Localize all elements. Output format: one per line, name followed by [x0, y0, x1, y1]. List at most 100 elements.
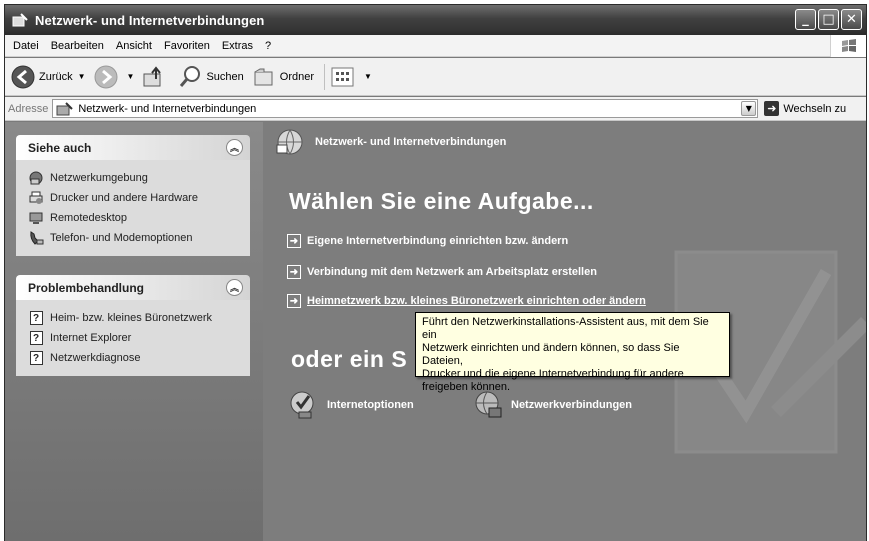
see-also-item-remote-desktop[interactable]: Remotedesktop [28, 208, 250, 228]
up-folder-icon [143, 65, 162, 86]
address-dropdown-icon[interactable]: ▼ [741, 101, 757, 116]
printer-icon [28, 190, 44, 206]
menu-bearbeiten[interactable]: Bearbeiten [45, 40, 110, 52]
views-dropdown-icon[interactable]: ▼ [364, 72, 372, 81]
views-icon [331, 67, 354, 86]
see-also-item-label: Drucker und andere Hardware [50, 192, 198, 204]
tooltip-line: freigeben können. [422, 381, 511, 393]
explorer-window: Netzwerk- und Internetverbindungen _ □ ✕… [4, 4, 867, 541]
menu-bar: Datei Bearbeiten Ansicht Favoriten Extra… [5, 35, 866, 57]
network-connections-label: Netzwerkverbindungen [511, 399, 633, 411]
menu-datei[interactable]: Datei [5, 40, 45, 52]
arrow-right-icon: ➜ [287, 234, 301, 248]
help-icon: ? [28, 310, 44, 326]
see-also-item-printers[interactable]: Drucker und andere Hardware [28, 188, 250, 208]
up-folder-button[interactable] [142, 65, 170, 89]
collapse-chevron-icon[interactable]: ︽ [226, 139, 243, 156]
forward-button[interactable]: ▼ [94, 65, 135, 89]
network-places-icon [28, 170, 44, 186]
task-label: Verbindung mit dem Netzwerk am Arbeitspl… [307, 266, 597, 278]
see-also-item-label: Netzwerkumgebung [50, 172, 148, 184]
window-title: Netzwerk- und Internetverbindungen [35, 12, 265, 28]
task-internet-connection[interactable]: ➜ Eigene Internetverbindung einrichten b… [287, 234, 568, 248]
minimize-button[interactable]: _ [795, 9, 816, 30]
title-bar[interactable]: Netzwerk- und Internetverbindungen _ □ ✕ [5, 5, 866, 35]
task-home-network[interactable]: ➜ Heimnetzwerk bzw. kleines Büronetzwerk… [287, 294, 646, 308]
address-label: Adresse [8, 102, 49, 115]
arrow-right-icon: ➜ [287, 294, 301, 308]
help-icon: ? [28, 330, 44, 346]
tooltip-line: Führt den Netzwerkinstallations-Assisten… [422, 316, 709, 341]
see-also-item-label: Telefon- und Modemoptionen [50, 232, 193, 244]
network-folder-icon [56, 101, 74, 115]
network-folder-icon [11, 11, 29, 29]
menu-ansicht[interactable]: Ansicht [110, 40, 158, 52]
or-pick-heading: oder ein S [291, 346, 408, 372]
task-label: Eigene Internetverbindung einrichten bzw… [307, 235, 569, 247]
back-label: Zurück [39, 70, 73, 83]
close-button[interactable]: ✕ [841, 9, 862, 30]
toolbar-separator [324, 63, 326, 90]
maximize-icon: □ [822, 12, 835, 27]
task-pane: Siehe auch ︽ Netzwerkumgebung Drucker un… [5, 122, 263, 541]
category-header: Netzwerk- und Internetverbindungen [263, 122, 866, 162]
go-arrow-icon: ➜ [764, 101, 780, 116]
choose-task-heading: Wählen Sie eine Aufgabe... [289, 188, 594, 214]
internet-options-icon-link[interactable]: Internetoptionen [289, 390, 414, 420]
task-label: Heimnetzwerk bzw. kleines Büronetzwerk e… [307, 295, 646, 307]
help-icon: ? [28, 350, 44, 366]
task-workplace-network[interactable]: ➜ Verbindung mit dem Netzwerk am Arbeits… [287, 265, 597, 279]
menu-favoriten[interactable]: Favoriten [158, 40, 216, 52]
windows-logo-icon [830, 35, 866, 57]
troubleshoot-header[interactable]: Problembehandlung ︽ [16, 275, 250, 300]
network-connections-icon-link[interactable]: Netzwerkverbindungen [473, 390, 632, 420]
back-button[interactable]: Zurück ▼ [11, 65, 86, 89]
troubleshoot-panel: Problembehandlung ︽ ? Heim- bzw. kleines… [16, 275, 250, 376]
phone-icon [28, 230, 44, 246]
views-button[interactable]: ▼ [331, 66, 372, 88]
troubleshoot-title: Problembehandlung [28, 280, 145, 295]
see-also-item-network-places[interactable]: Netzwerkumgebung [28, 168, 250, 188]
back-dropdown-icon[interactable]: ▼ [78, 72, 86, 81]
tooltip: Führt den Netzwerkinstallations-Assisten… [415, 312, 730, 393]
tooltip-line: Drucker und die eigene Internetverbindun… [422, 368, 684, 380]
menu-extras[interactable]: Extras [216, 40, 259, 52]
see-also-header[interactable]: Siehe auch ︽ [16, 135, 250, 160]
category-title: Netzwerk- und Internetverbindungen [315, 136, 507, 148]
internet-options-icon [290, 391, 314, 419]
close-icon: ✕ [846, 12, 857, 27]
network-connections-icon [475, 391, 502, 418]
back-arrow-icon [11, 65, 35, 88]
tooltip-line: Netzwerk einrichten und ändern können, s… [422, 342, 680, 367]
folders-label: Ordner [279, 70, 315, 83]
go-button[interactable]: ➜ Wechseln zu [764, 101, 846, 116]
search-button[interactable]: Suchen [178, 65, 244, 89]
troubleshoot-item-label: Netzwerkdiagnose [50, 352, 141, 364]
menu-help[interactable]: ? [259, 40, 277, 52]
forward-arrow-icon [94, 65, 118, 88]
search-label: Suchen [206, 70, 244, 83]
folders-icon [254, 68, 273, 85]
network-globe-icon [276, 129, 303, 155]
troubleshoot-item-label: Heim- bzw. kleines Büronetzwerk [50, 312, 213, 324]
address-field[interactable]: Netzwerk- und Internetverbindungen ▼ [52, 99, 759, 118]
maximize-button[interactable]: □ [818, 9, 839, 30]
collapse-chevron-icon[interactable]: ︽ [226, 279, 243, 296]
troubleshoot-item-home-network[interactable]: ? Heim- bzw. kleines Büronetzwerk [28, 308, 250, 328]
troubleshoot-item-label: Internet Explorer [50, 332, 132, 344]
see-also-item-phone-modem[interactable]: Telefon- und Modemoptionen [28, 228, 250, 248]
troubleshoot-item-network-diagnostics[interactable]: ? Netzwerkdiagnose [28, 348, 250, 368]
remote-desktop-icon [28, 210, 44, 226]
folders-button[interactable]: Ordner [252, 65, 314, 89]
troubleshoot-item-internet-explorer[interactable]: ? Internet Explorer [28, 328, 250, 348]
address-bar: Adresse Netzwerk- und Internetverbindung… [5, 97, 866, 121]
search-icon [180, 65, 201, 87]
internet-options-label: Internetoptionen [327, 399, 414, 411]
minimize-icon: _ [802, 12, 809, 27]
address-value: Netzwerk- und Internetverbindungen [78, 102, 257, 115]
arrow-right-icon: ➜ [287, 265, 301, 279]
toolbar: Zurück ▼ ▼ Suchen Ordner ▼ [5, 58, 866, 96]
forward-dropdown-icon[interactable]: ▼ [127, 72, 135, 81]
see-also-panel: Siehe auch ︽ Netzwerkumgebung Drucker un… [16, 135, 250, 256]
see-also-title: Siehe auch [28, 140, 92, 155]
